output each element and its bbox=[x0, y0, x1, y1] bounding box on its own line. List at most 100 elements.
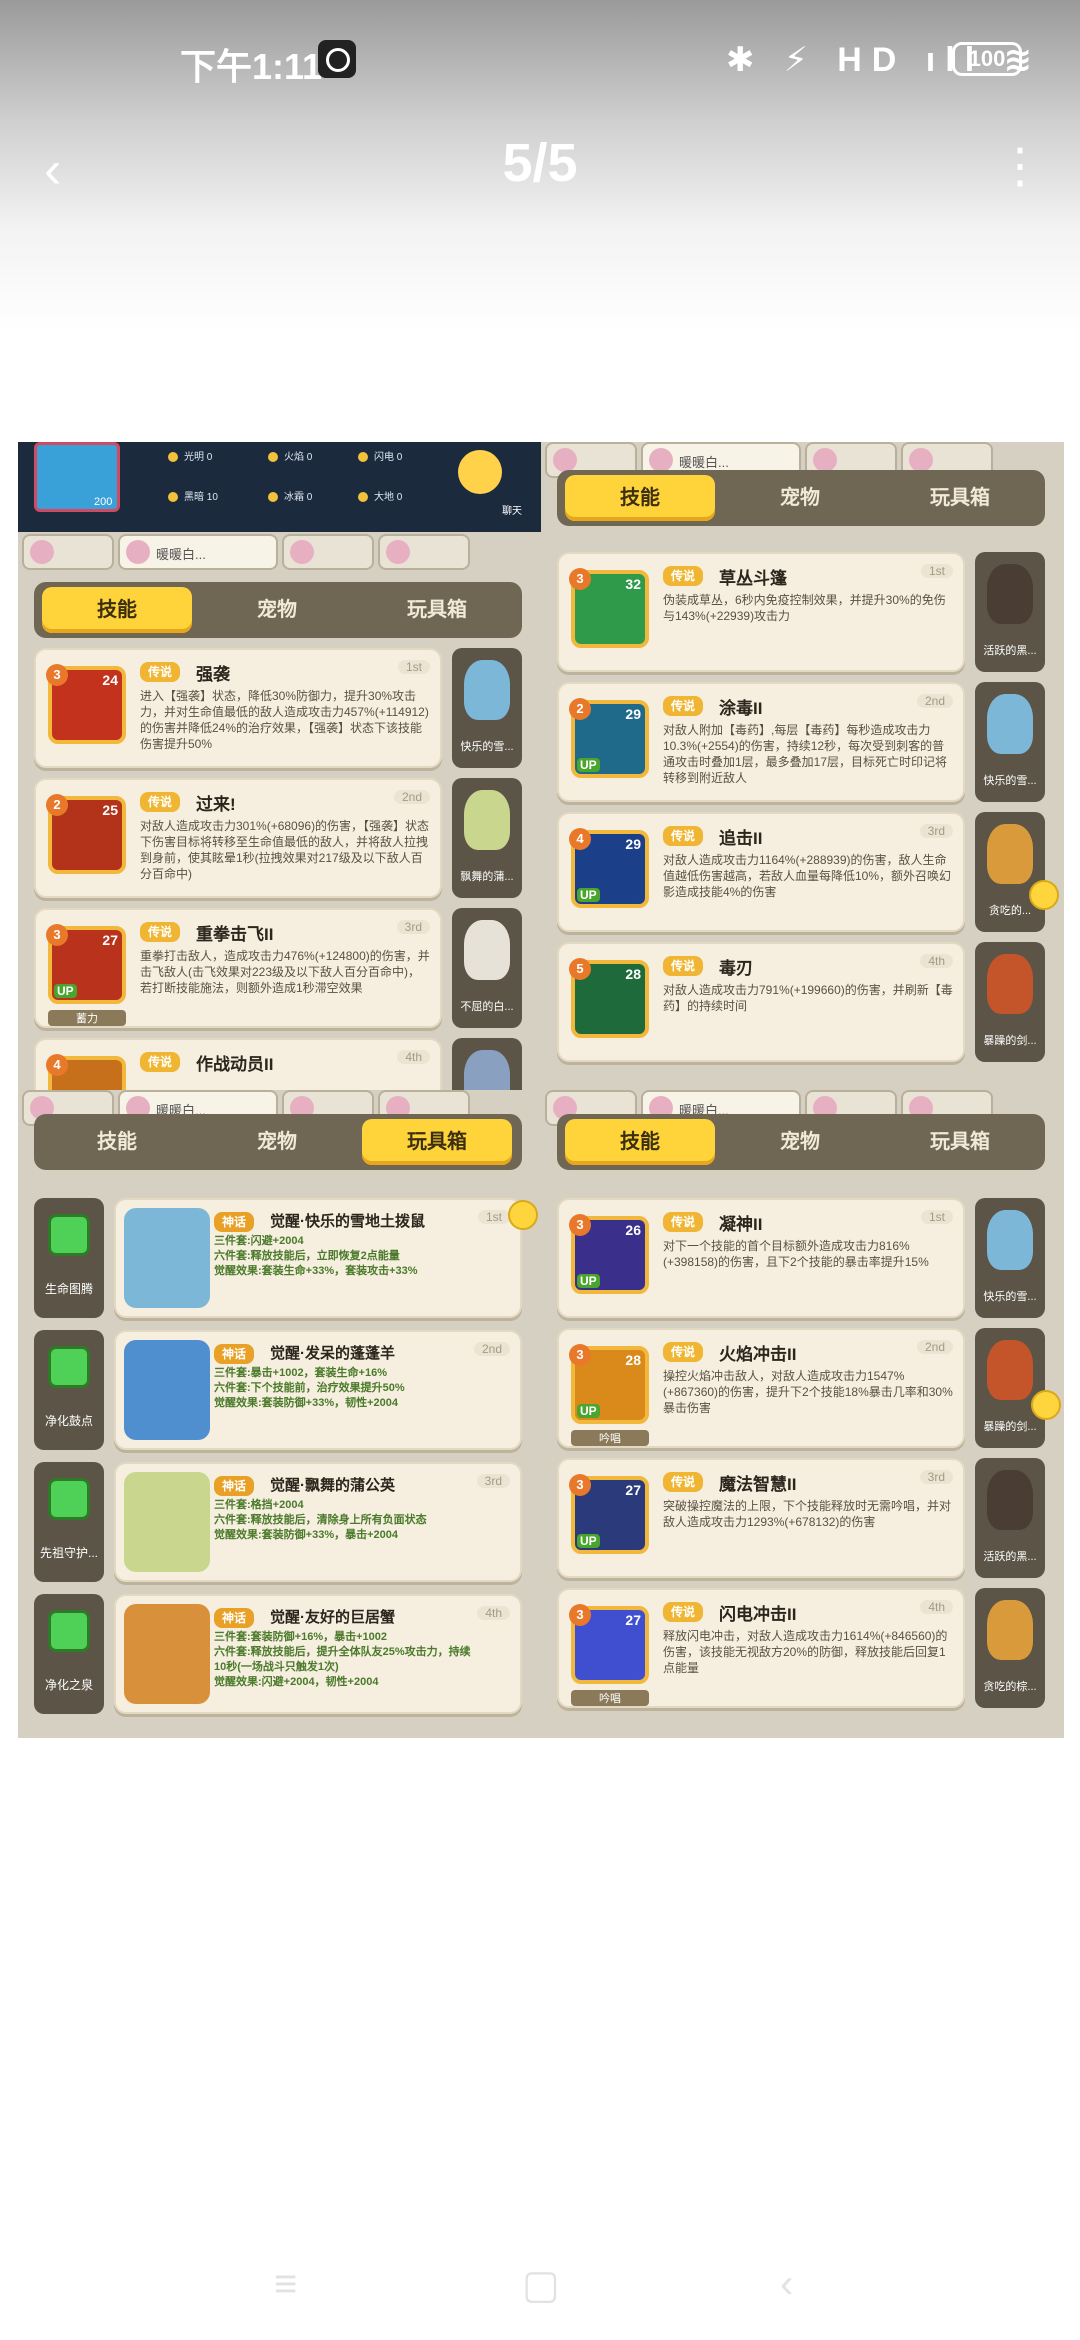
toy-row[interactable]: 生命图腾 神话 觉醒·快乐的雪地土拨鼠 1st 三件套:闪避+2004 六件套:释放技能后… bbox=[34, 1198, 522, 1318]
rarity-badge: 神话 bbox=[214, 1212, 255, 1232]
skill-icon: 3 32 bbox=[569, 568, 649, 648]
pet-portrait[interactable]: 活跃的黑... bbox=[975, 1458, 1045, 1578]
tab-toybox[interactable]: 玩具箱 bbox=[885, 475, 1035, 521]
tab-skills[interactable]: 技能 bbox=[42, 587, 192, 633]
pet-portrait[interactable] bbox=[452, 1038, 522, 1090]
toy-card[interactable]: 神话 觉醒·友好的巨居蟹 4th 三件套:套装防御+16%，暴击+1002 六件套:释放… bbox=[114, 1594, 522, 1714]
tab-skills[interactable]: 技能 bbox=[565, 475, 715, 521]
pet-portrait[interactable]: 不屈的白... bbox=[452, 908, 522, 1028]
tab-pets[interactable]: 宠物 bbox=[725, 1119, 875, 1165]
skill-card-body: 3 27 UP 传说 魔法智慧II 3rd 突破操控魔法的上限，下个技能释放时无需吟唱，并对… bbox=[557, 1458, 965, 1578]
relic-slot[interactable]: 生命图腾 bbox=[34, 1198, 104, 1318]
skill-icon: 3 27 UP bbox=[46, 924, 126, 1004]
toy-card[interactable]: 神话 觉醒·快乐的雪地土拨鼠 1st 三件套:闪避+2004 六件套:释放技能后，立即恢… bbox=[114, 1198, 522, 1318]
skill-power-number: 26 bbox=[625, 1222, 641, 1238]
pet-tab[interactable] bbox=[378, 534, 470, 570]
pet-avatar-icon bbox=[386, 540, 410, 564]
skill-card[interactable]: 4 传说 作战动员II 4th bbox=[34, 1038, 522, 1090]
skill-card[interactable]: 2 29 UP 传说 涂毒II 2nd 对敌人附加【毒药】,每层【毒药】每秒造成攻击力10.… bbox=[557, 682, 1045, 802]
skill-type-label: 蓄力 bbox=[48, 1010, 126, 1026]
skill-card-body: 3 27 UP 蓄力 传说 重拳击飞II 3rd 重拳打击敌人，造成攻击力476%(+1248… bbox=[34, 908, 442, 1028]
tab-skills[interactable]: 技能 bbox=[42, 1119, 192, 1165]
skill-slot-rank: 1st bbox=[920, 1210, 953, 1224]
relic-gem-icon bbox=[48, 1478, 90, 1520]
pet-portrait[interactable]: 快乐的雪... bbox=[975, 682, 1045, 802]
rarity-badge: 神话 bbox=[214, 1608, 255, 1628]
tab-pets[interactable]: 宠物 bbox=[725, 475, 875, 521]
tab-pets[interactable]: 宠物 bbox=[202, 1119, 352, 1165]
upgrade-arrow-icon: UP bbox=[577, 1274, 600, 1288]
toy-row[interactable]: 净化之泉 神话 觉醒·友好的巨居蟹 4th 三件套:套装防御+16%，暴击+1002 六件… bbox=[34, 1594, 522, 1714]
pet-portrait[interactable]: 快乐的雪... bbox=[452, 648, 522, 768]
rarity-badge: 传说 bbox=[663, 1472, 704, 1492]
pet-portrait[interactable]: 快乐的雪... bbox=[975, 1198, 1045, 1318]
skill-name: 强袭 bbox=[196, 665, 230, 684]
category-tabs: 技能 宠物 玩具箱 bbox=[34, 1114, 522, 1170]
relic-slot[interactable]: 先祖守护... bbox=[34, 1462, 104, 1582]
toy-set-bonuses: 三件套:套装防御+16%，暴击+1002 六件套:释放技能后，提升全体队友25%攻… bbox=[214, 1630, 476, 1708]
tab-skills[interactable]: 技能 bbox=[565, 1119, 715, 1165]
skill-card[interactable]: 2 25 传说 过来! 2nd 对敌人造成攻击力301%(+68096)的伤害，【强袭】状… bbox=[34, 778, 522, 898]
screenshot-grid[interactable]: 200 光明 0 火焰 0 闪电 0 黑暗 10 冰霜 0 大地 0 聊天 暖暖… bbox=[18, 442, 1064, 1738]
skill-icon: 4 29 UP bbox=[569, 828, 649, 908]
skill-description: 释放闪电冲击，对敌人造成攻击力1614%(+846560)的伤害，该技能无视敌方… bbox=[663, 1629, 948, 1675]
skill-power-number: 27 bbox=[625, 1482, 641, 1498]
skill-level-badge: 4 bbox=[46, 1054, 68, 1076]
skill-card[interactable]: 5 28 传说 毒刃 4th 对敌人造成攻击力791%(+199660)的伤害，并刷新【毒… bbox=[557, 942, 1045, 1062]
pet-tab[interactable] bbox=[282, 534, 374, 570]
pet-name: 暴躁的剑... bbox=[983, 1035, 1037, 1047]
relic-slot[interactable]: 净化之泉 bbox=[34, 1594, 104, 1714]
emoji-icon bbox=[508, 1200, 538, 1230]
tab-toybox[interactable]: 玩具箱 bbox=[885, 1119, 1035, 1165]
toy-row[interactable]: 净化鼓点 神话 觉醒·发呆的蓬蓬羊 2nd 三件套:暴击+1002，套装生命+16% 六件… bbox=[34, 1330, 522, 1450]
tab-toybox[interactable]: 玩具箱 bbox=[362, 1119, 512, 1165]
menu-icon[interactable]: ≡ bbox=[274, 2262, 297, 2307]
skill-card[interactable]: 3 28 UP 吟唱 传说 火焰冲击II 2nd 操控火焰冲击敌人，对敌人造成攻击力1547%… bbox=[557, 1328, 1045, 1448]
skill-card[interactable]: 3 27 吟唱 传说 闪电冲击II 4th 释放闪电冲击，对敌人造成攻击力1614%(+84… bbox=[557, 1588, 1045, 1708]
skill-card[interactable]: 3 27 UP 蓄力 传说 重拳击飞II 3rd 重拳打击敌人，造成攻击力476%(+1248… bbox=[34, 908, 522, 1028]
toy-card[interactable]: 神话 觉醒·发呆的蓬蓬羊 2nd 三件套:暴击+1002，套装生命+16% 六件套:下个… bbox=[114, 1330, 522, 1450]
pet-name: 贪吃的棕... bbox=[983, 1681, 1037, 1693]
set-bonus-line: 觉醒效果:闪避+2004，韧性+2004 bbox=[214, 1676, 379, 1688]
toy-row[interactable]: 先祖守护... 神话 觉醒·飘舞的蒲公英 3rd 三件套:格挡+2004 六件套:释放技能… bbox=[34, 1462, 522, 1582]
pet-figure-icon bbox=[464, 1050, 510, 1090]
set-bonus-line: 六件套:释放技能后，清除身上所有负面状态 bbox=[214, 1514, 427, 1526]
rarity-badge: 传说 bbox=[663, 1212, 704, 1232]
pet-tab-row: 暖暖白... bbox=[18, 534, 541, 574]
pet-portrait[interactable]: 暴躁的剑... bbox=[975, 1328, 1045, 1448]
relic-gem-icon bbox=[48, 1610, 90, 1652]
skill-icon: 2 25 bbox=[46, 794, 126, 874]
skill-card[interactable]: 4 29 UP 传说 追击II 3rd 对敌人造成攻击力1164%(+288939)的伤害，… bbox=[557, 812, 1045, 932]
pet-portrait[interactable]: 贪吃的... bbox=[975, 812, 1045, 932]
skill-icon: 3 27 bbox=[569, 1604, 649, 1684]
toy-card[interactable]: 神话 觉醒·飘舞的蒲公英 3rd 三件套:格挡+2004 六件套:释放技能后，清除身上所… bbox=[114, 1462, 522, 1582]
relic-slot[interactable]: 净化鼓点 bbox=[34, 1330, 104, 1450]
home-icon[interactable]: ▢ bbox=[522, 2262, 560, 2308]
pet-tab-active[interactable]: 暖暖白... bbox=[118, 534, 278, 570]
skill-level-badge: 3 bbox=[569, 568, 591, 590]
pet-figure-icon bbox=[464, 790, 510, 850]
battery-icon: 100 bbox=[952, 42, 1022, 76]
pet-portrait[interactable]: 飘舞的蒲... bbox=[452, 778, 522, 898]
pet-portrait[interactable]: 贪吃的棕... bbox=[975, 1588, 1045, 1708]
set-bonus-line: 觉醒效果:套装生命+33%，套装攻击+33% bbox=[214, 1265, 418, 1277]
skill-card[interactable]: 3 32 传说 草丛斗篷 1st 伪装成草丛，6秒内免疫控制效果，并提升30%的免伤与14… bbox=[557, 552, 1045, 672]
tab-toybox[interactable]: 玩具箱 bbox=[362, 587, 512, 633]
skill-power-number: 25 bbox=[102, 802, 118, 818]
pet-tab[interactable] bbox=[22, 534, 114, 570]
skill-card[interactable]: 3 24 传说 强袭 1st 进入【强袭】状态，降低30%防御力，提升30%攻击力，并对生… bbox=[34, 648, 522, 768]
more-options-icon[interactable]: ⋮ bbox=[996, 138, 1044, 194]
pet-portrait[interactable]: 活跃的黑... bbox=[975, 552, 1045, 672]
skill-name: 作战动员II bbox=[196, 1055, 274, 1074]
pet-portrait[interactable]: 暴躁的剑... bbox=[975, 942, 1045, 1062]
skill-slot-rank: 2nd bbox=[393, 790, 430, 804]
back-nav-icon[interactable]: ‹ bbox=[780, 2262, 793, 2307]
toy-name: 觉醒·快乐的雪地土拨鼠 bbox=[270, 1213, 425, 1230]
toy-set-bonuses: 三件套:暴击+1002，套装生命+16% 六件套:下个技能前，治疗效果提升50% 觉… bbox=[214, 1366, 476, 1444]
tab-pets[interactable]: 宠物 bbox=[202, 587, 352, 633]
skill-card[interactable]: 3 27 UP 传说 魔法智慧II 3rd 突破操控魔法的上限，下个技能释放时无需吟唱，并对… bbox=[557, 1458, 1045, 1578]
skill-card[interactable]: 3 26 UP 传说 凝神II 1st 对下一个技能的首个目标额外造成攻击力816%(+39… bbox=[557, 1198, 1045, 1318]
rarity-badge: 传说 bbox=[663, 696, 704, 716]
toy-figure-icon bbox=[124, 1472, 210, 1572]
skill-name: 魔法智慧II bbox=[719, 1475, 797, 1494]
